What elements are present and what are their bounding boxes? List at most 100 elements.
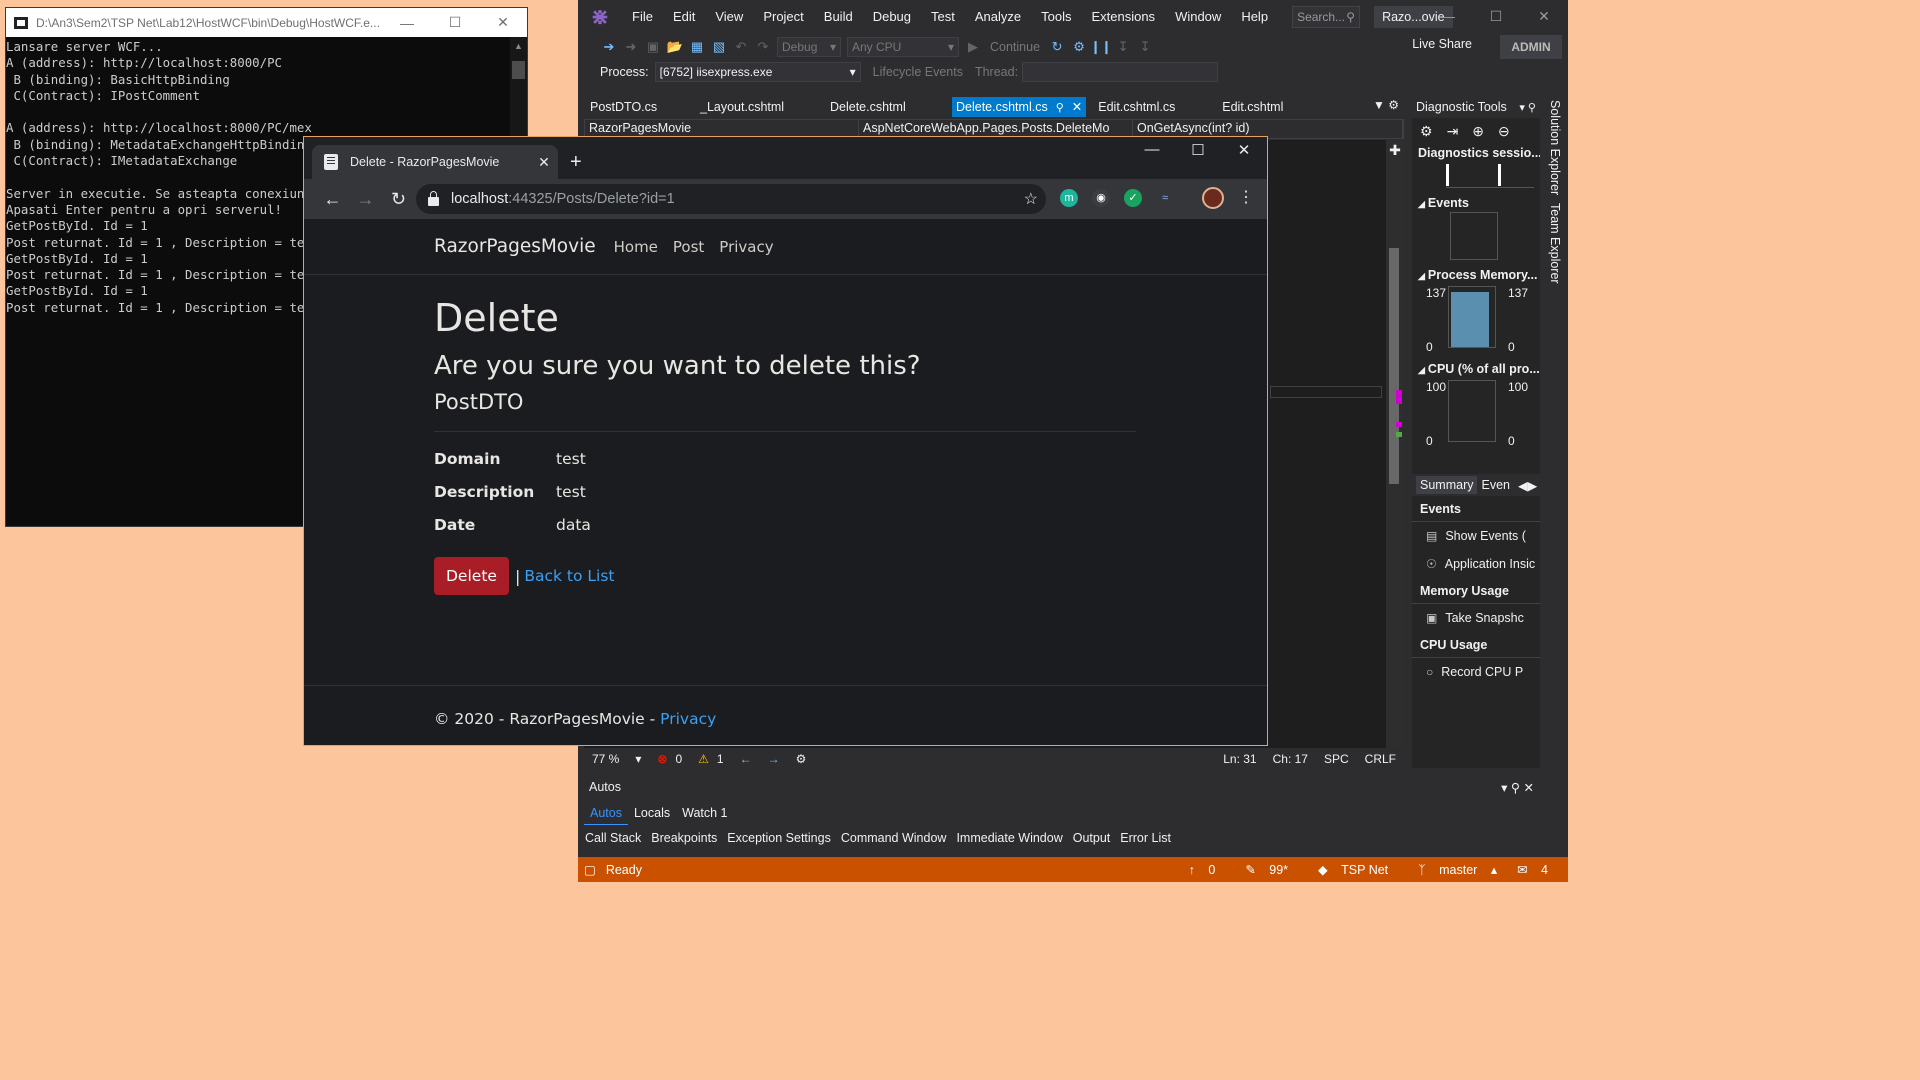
- menu-build[interactable]: Build: [814, 9, 863, 24]
- nav-home[interactable]: Home: [614, 238, 658, 256]
- chevron-down-icon[interactable]: ▾: [627, 752, 649, 766]
- panel-options-icon[interactable]: ▾ ⚲: [1519, 101, 1540, 114]
- notifications[interactable]: ✉ 4: [1507, 862, 1568, 877]
- timeline-cursor-start[interactable]: [1446, 164, 1449, 186]
- tab-edit-cshtml[interactable]: Edit.cshtml: [1218, 98, 1328, 117]
- editor-scrollbar[interactable]: [1386, 140, 1404, 748]
- forward-icon[interactable]: →: [349, 189, 382, 210]
- step-into-icon[interactable]: ↧: [1112, 39, 1134, 55]
- tab-watch-1[interactable]: Watch 1: [676, 805, 733, 825]
- lock-icon[interactable]: [428, 190, 439, 206]
- process-select[interactable]: [6752] iisexpress.exe ▾: [654, 62, 861, 82]
- navigate-back-icon[interactable]: ➔: [598, 39, 620, 55]
- browser-close-icon[interactable]: ✕: [1221, 141, 1267, 159]
- navigate-forward-icon[interactable]: ➜: [620, 39, 642, 55]
- pause-icon[interactable]: ❙❙: [1090, 39, 1112, 55]
- editor-scroll-thumb[interactable]: [1389, 248, 1399, 484]
- vs-minimize-icon[interactable]: —: [1424, 0, 1472, 33]
- pin-icon[interactable]: ⚲: [1056, 102, 1064, 114]
- save-icon[interactable]: ▦: [686, 39, 708, 55]
- tab-call-stack[interactable]: Call Stack: [580, 830, 646, 850]
- tab-summary[interactable]: Summary: [1416, 476, 1478, 494]
- tab-solution-explorer[interactable]: Solution Explorer: [1544, 96, 1566, 199]
- tab-scroll-icon[interactable]: ◀▶: [1514, 476, 1540, 495]
- extension-shield-icon[interactable]: ✓: [1124, 189, 1142, 207]
- vs-search-input[interactable]: Search... ⚲: [1292, 5, 1361, 28]
- live-share-button[interactable]: Live Share: [1412, 37, 1472, 51]
- maximize-icon[interactable]: ☐: [431, 14, 479, 31]
- push-count[interactable]: ↑ 0: [1179, 863, 1236, 877]
- browser-link-icon[interactable]: ⚙: [1068, 39, 1090, 55]
- footer-privacy-link[interactable]: Privacy: [660, 710, 716, 728]
- settings-icon[interactable]: ⚙: [1420, 123, 1433, 140]
- output-icon[interactable]: ▢: [584, 862, 596, 877]
- browser-menu-icon[interactable]: ⋮: [1238, 187, 1254, 207]
- menu-test[interactable]: Test: [921, 9, 965, 24]
- new-project-icon[interactable]: ▣: [642, 39, 664, 55]
- menu-edit[interactable]: Edit: [663, 9, 705, 24]
- continue-button[interactable]: Continue: [984, 40, 1046, 54]
- console-titlebar[interactable]: D:\An3\Sem2\TSP Net\Lab12\HostWCF\bin\De…: [6, 8, 527, 37]
- warning-icon[interactable]: ⚠: [690, 752, 717, 766]
- tab-command-window[interactable]: Command Window: [836, 830, 952, 850]
- open-file-icon[interactable]: 📂: [664, 39, 686, 55]
- line-ending[interactable]: CRLF: [1357, 752, 1404, 766]
- new-tab-icon[interactable]: +: [570, 151, 582, 174]
- undo-icon[interactable]: ↶: [730, 39, 752, 55]
- back-icon[interactable]: ←: [316, 189, 349, 210]
- site-brand[interactable]: RazorPagesMovie: [434, 236, 596, 257]
- back-to-list-link[interactable]: Back to List: [524, 567, 614, 585]
- cpu-section-title[interactable]: ◢ CPU (% of all pro...: [1412, 362, 1540, 376]
- previous-issue-icon[interactable]: ←: [732, 752, 760, 766]
- vs-maximize-icon[interactable]: ☐: [1472, 0, 1520, 33]
- extension-wave-icon[interactable]: ≈: [1156, 189, 1174, 207]
- menu-window[interactable]: Window: [1165, 9, 1231, 24]
- code-cleanup-icon[interactable]: ⚙: [788, 752, 815, 766]
- menu-debug[interactable]: Debug: [863, 9, 921, 24]
- menu-view[interactable]: View: [705, 9, 753, 24]
- next-issue-icon[interactable]: →: [760, 752, 788, 766]
- tab-events[interactable]: Even: [1477, 476, 1514, 494]
- vs-close-icon[interactable]: ✕: [1520, 0, 1568, 33]
- menu-help[interactable]: Help: [1231, 9, 1278, 24]
- save-all-icon[interactable]: ▧: [708, 39, 730, 55]
- menu-project[interactable]: Project: [753, 9, 813, 24]
- menu-file[interactable]: File: [622, 9, 663, 24]
- tab-edit-cshtml-cs[interactable]: Edit.cshtml.cs: [1094, 98, 1218, 117]
- zoom-level[interactable]: 77 %: [584, 752, 627, 766]
- events-section-title[interactable]: ◢ Events: [1412, 196, 1540, 210]
- close-icon[interactable]: ✕: [479, 14, 527, 31]
- repository-name[interactable]: ◆ TSP Net: [1308, 862, 1408, 877]
- application-insights-link[interactable]: ☉ Application Insic: [1412, 550, 1540, 578]
- tab-delete-cshtml-cs[interactable]: Delete.cshtml.cs ⚲ ✕: [952, 97, 1087, 117]
- thread-select[interactable]: [1022, 62, 1219, 82]
- tab-locals[interactable]: Locals: [628, 805, 676, 825]
- changes-count[interactable]: ✎ 99*: [1235, 862, 1308, 877]
- redo-icon[interactable]: ↷: [752, 39, 774, 55]
- solution-configuration-select[interactable]: Debug ▾: [777, 36, 841, 57]
- close-tab-icon[interactable]: ✕: [1072, 100, 1082, 114]
- lifecycle-events-dropdown[interactable]: Lifecycle Events: [873, 65, 963, 79]
- zoom-in-icon[interactable]: ⊕: [1472, 123, 1484, 140]
- browser-maximize-icon[interactable]: ☐: [1175, 141, 1221, 159]
- profile-avatar[interactable]: [1202, 187, 1224, 209]
- tab-error-list[interactable]: Error List: [1115, 830, 1176, 850]
- nav-post[interactable]: Post: [673, 238, 704, 256]
- browser-minimize-icon[interactable]: —: [1129, 141, 1175, 159]
- show-events-link[interactable]: ▤ Show Events (: [1412, 522, 1540, 550]
- nav-privacy[interactable]: Privacy: [719, 238, 773, 256]
- whitespace-mode[interactable]: SPC: [1316, 752, 1357, 766]
- menu-extensions[interactable]: Extensions: [1081, 9, 1165, 24]
- tab-layout-cshtml[interactable]: _Layout.cshtml: [696, 98, 826, 117]
- branch-name[interactable]: ᛉ master ▴: [1408, 862, 1507, 877]
- scroll-up-icon[interactable]: ▲: [514, 41, 523, 51]
- address-bar[interactable]: localhost:44325/Posts/Delete?id=1 ☆: [416, 184, 1046, 214]
- export-icon[interactable]: ⇥: [1447, 123, 1459, 140]
- extension-m-icon[interactable]: m: [1060, 189, 1078, 207]
- close-tab-icon[interactable]: ✕: [530, 154, 558, 171]
- browser-tab[interactable]: Delete - RazorPagesMovie ✕: [312, 145, 558, 179]
- menu-analyze[interactable]: Analyze: [965, 9, 1031, 24]
- bookmark-star-icon[interactable]: ☆: [1024, 189, 1038, 209]
- process-memory-section-title[interactable]: ◢ Process Memory...: [1412, 268, 1540, 282]
- step-over-icon[interactable]: ↧: [1134, 39, 1156, 55]
